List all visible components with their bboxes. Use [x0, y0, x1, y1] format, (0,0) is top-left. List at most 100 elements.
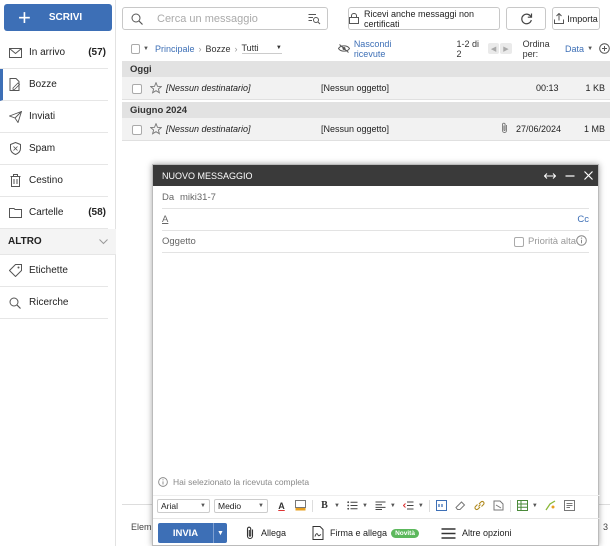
sidebar-item-spam[interactable]: Spam: [0, 133, 108, 165]
row-recipient: [Nessun destinatario]: [166, 124, 251, 134]
refresh-icon: [520, 12, 533, 25]
to-label[interactable]: A: [162, 214, 168, 225]
eraser-icon[interactable]: [454, 499, 467, 512]
search-input[interactable]: Cerca un messaggio: [122, 7, 328, 30]
text-color-icon[interactable]: A: [275, 499, 288, 512]
bold-icon[interactable]: B: [318, 499, 331, 512]
sidebar-section-altro[interactable]: ALTRO: [0, 229, 116, 255]
import-button[interactable]: Importa: [552, 7, 600, 30]
hide-receipts-toggle[interactable]: Nascondi ricevute: [337, 39, 415, 59]
envelope-icon: [8, 46, 22, 60]
paper-plane-icon: [8, 110, 22, 124]
sidebar-item-trash[interactable]: Cestino: [0, 165, 108, 197]
info-icon[interactable]: [576, 235, 587, 249]
from-value: miki31-7: [180, 192, 216, 203]
chevron-down-icon[interactable]: ▼: [418, 503, 424, 509]
sidebar-item-label: Etichette: [29, 265, 68, 276]
toolbar-divider: [312, 499, 313, 512]
sort-select[interactable]: Data: [565, 44, 584, 54]
compose-button[interactable]: + SCRIVI: [4, 4, 112, 31]
import-icon: [554, 13, 565, 24]
attach-label: Allega: [261, 528, 287, 538]
group-header-oggi: Oggi: [122, 61, 610, 77]
draft-icon: [8, 78, 22, 92]
insert-table-icon[interactable]: [516, 499, 529, 512]
sidebar-item-drafts[interactable]: Bozze: [0, 69, 108, 101]
section-label: ALTRO: [8, 236, 42, 247]
sidebar-item-labels[interactable]: Etichette: [0, 255, 108, 287]
to-field[interactable]: A Cc: [162, 209, 589, 231]
expand-icon[interactable]: [544, 165, 556, 186]
select-dropdown-icon[interactable]: ▼: [143, 46, 149, 52]
filter-value: Tutti: [241, 43, 259, 53]
send-options-button[interactable]: ▼: [213, 523, 227, 543]
toolbar-divider: [509, 499, 511, 512]
breadcrumb-separator: ›: [234, 43, 238, 54]
row-size: 1 KB: [585, 83, 605, 93]
chevron-down-icon[interactable]: ▼: [390, 503, 396, 509]
receive-uncertified-button[interactable]: Ricevi anche messaggi non certificati: [348, 7, 500, 30]
folder-icon: [8, 206, 22, 220]
info-icon: [158, 477, 168, 487]
subject-field[interactable]: Oggetto Priorità alta: [162, 231, 589, 253]
row-date: 27/06/2024: [516, 124, 562, 134]
row-checkbox[interactable]: [132, 125, 142, 135]
row-checkbox[interactable]: [132, 84, 142, 94]
search-filter-icon[interactable]: [308, 13, 321, 28]
sidebar-item-label: Inviati: [29, 111, 56, 122]
chevron-down-icon[interactable]: ▼: [334, 503, 340, 509]
more-options-label: Altre opzioni: [461, 528, 512, 538]
highlight-color-icon[interactable]: [294, 499, 307, 512]
more-options-button[interactable]: Altre opzioni: [441, 527, 512, 539]
sidebar-item-folders[interactable]: Cartelle (58): [0, 197, 108, 229]
sidebar-item-label: Cartelle: [29, 207, 64, 218]
font-family-select[interactable]: Arial ▼: [157, 498, 210, 513]
filter-select[interactable]: Tutti ▼: [241, 43, 282, 54]
sign-and-attach-button[interactable]: Firma e allega Novità: [312, 526, 419, 540]
toolbar-divider: [428, 499, 430, 512]
table-row[interactable]: [Nessun destinatario] [Nessun oggetto] 2…: [122, 118, 610, 141]
star-icon[interactable]: [149, 122, 163, 137]
minimize-icon[interactable]: [565, 165, 575, 186]
chevron-down-icon[interactable]: ▼: [587, 46, 593, 52]
settings-icon[interactable]: [599, 43, 610, 54]
receipt-notice-text: Hai selezionato la ricevuta completa: [173, 477, 310, 487]
chevron-down-icon[interactable]: ▼: [532, 503, 538, 509]
star-icon[interactable]: [149, 81, 163, 96]
quote-icon[interactable]: [435, 499, 448, 512]
formatting-toolbar: Arial ▼ Medio ▼ A B ▼ ▼ ▼ ▼ ▼: [153, 495, 600, 515]
select-all-checkbox[interactable]: [131, 43, 141, 54]
chevron-down-icon[interactable]: ▼: [362, 503, 368, 509]
html-source-icon[interactable]: [563, 499, 576, 512]
from-field[interactable]: Da miki31-7: [162, 187, 589, 209]
close-icon[interactable]: [584, 165, 593, 186]
cc-link[interactable]: Cc: [577, 214, 589, 225]
import-label: Importa: [567, 13, 598, 24]
prev-page-button[interactable]: ◀: [487, 43, 500, 54]
font-size-select[interactable]: Medio ▼: [214, 498, 268, 513]
align-left-icon[interactable]: [374, 499, 387, 512]
sidebar-item-label: Bozze: [29, 79, 57, 90]
next-page-button[interactable]: ▶: [500, 43, 512, 54]
sidebar-item-sent[interactable]: Inviati: [0, 101, 108, 133]
breadcrumb-principale[interactable]: Principale: [155, 44, 195, 54]
refresh-button[interactable]: [506, 7, 546, 30]
sidebar-item-inbox[interactable]: In arrivo (57): [0, 37, 108, 69]
table-row[interactable]: [Nessun destinatario] [Nessun oggetto] 0…: [122, 77, 610, 100]
bullet-list-icon[interactable]: [346, 499, 359, 512]
sidebar: + SCRIVI In arrivo (57) Bozze Inviati Sp…: [0, 0, 116, 546]
message-body[interactable]: [153, 255, 600, 473]
attach-button[interactable]: Allega: [245, 526, 286, 540]
sidebar-item-label: In arrivo: [29, 47, 66, 58]
send-button[interactable]: INVIA: [158, 523, 213, 543]
sidebar-item-searches[interactable]: Ricerche: [0, 287, 108, 319]
compose-button-label: SCRIVI: [48, 12, 83, 23]
priority-checkbox[interactable]: [514, 237, 524, 247]
insert-image-icon[interactable]: [544, 499, 557, 512]
remove-link-icon[interactable]: [492, 499, 505, 512]
font-size-value: Medio: [218, 500, 242, 511]
page-range: 1-2 di 2: [456, 38, 480, 59]
unread-count: (57): [88, 47, 106, 58]
insert-link-icon[interactable]: [473, 499, 486, 512]
outdent-icon[interactable]: [402, 499, 415, 512]
